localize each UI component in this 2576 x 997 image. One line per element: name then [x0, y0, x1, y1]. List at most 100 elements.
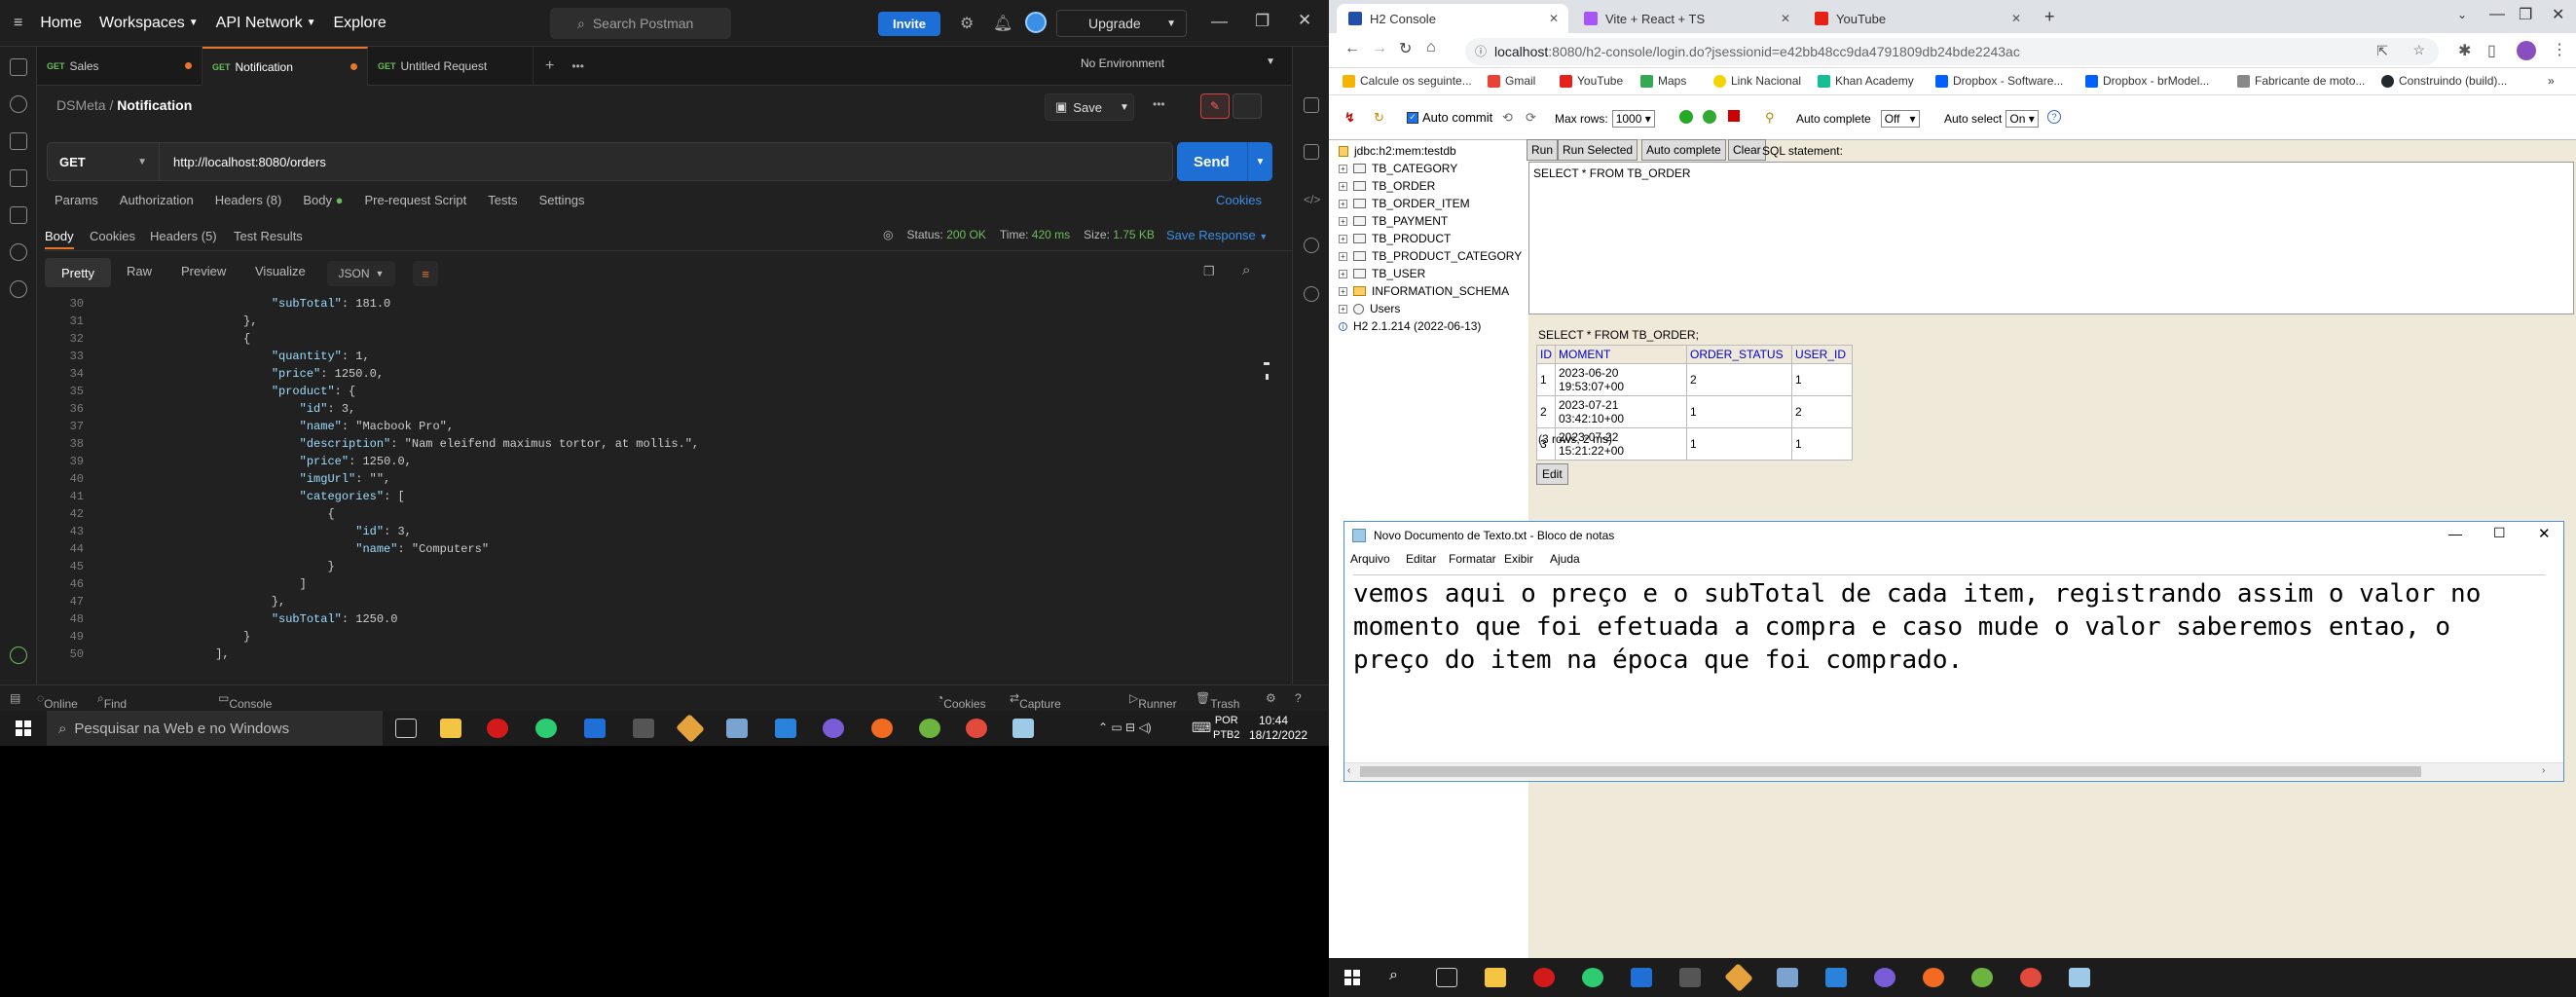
- discord-icon[interactable]: [1874, 968, 1895, 987]
- edit-icon[interactable]: ✎: [1200, 93, 1230, 119]
- scrollbar-thumb[interactable]: [1360, 766, 2421, 777]
- comments-icon[interactable]: [1304, 144, 1319, 160]
- scroll-right-icon[interactable]: ›: [2542, 765, 2545, 776]
- format-select[interactable]: JSON ▼: [327, 261, 395, 286]
- tab-params[interactable]: Params: [55, 193, 98, 207]
- monitors-icon[interactable]: [10, 206, 27, 224]
- expand-icon[interactable]: +: [1339, 181, 1347, 191]
- language-indicator[interactable]: POR PTB2: [1213, 714, 1240, 743]
- notes-icon[interactable]: [1631, 968, 1652, 987]
- close-tab-icon[interactable]: ✕: [2011, 12, 2021, 25]
- reload-icon[interactable]: ↻: [1399, 39, 1412, 58]
- save-button[interactable]: ▣ Save ▼: [1045, 93, 1134, 121]
- tab-body[interactable]: Body ●: [303, 193, 343, 207]
- column-header[interactable]: MOMENT: [1555, 345, 1687, 364]
- opera-icon[interactable]: [487, 719, 508, 738]
- sidepanel-icon[interactable]: ▯: [2487, 41, 2496, 60]
- scroll-left-icon[interactable]: ‹: [1347, 765, 1350, 776]
- nav-workspaces[interactable]: Workspaces ▼: [99, 15, 199, 32]
- tab-youtube[interactable]: YouTube ✕: [1803, 4, 2031, 33]
- close-icon[interactable]: ✕: [1298, 11, 1311, 30]
- expand-icon[interactable]: +: [1339, 304, 1347, 314]
- auto-select-select[interactable]: On ▾: [2006, 110, 2039, 128]
- documentation-icon[interactable]: [1304, 97, 1319, 113]
- breadcrumb-parent[interactable]: DSMeta: [56, 97, 106, 113]
- view-visualize[interactable]: Visualize: [255, 264, 306, 278]
- minimize-icon[interactable]: —: [1211, 12, 1228, 31]
- chrome-icon[interactable]: [2020, 968, 2042, 987]
- tree-table[interactable]: + TB_PAYMENT: [1339, 214, 1448, 228]
- chevron-down-icon[interactable]: ⌄: [2457, 8, 2467, 21]
- bookmark-item[interactable]: Calcule os seguinte...: [1343, 74, 1472, 88]
- maximize-icon[interactable]: ❐: [1255, 12, 1270, 31]
- bookmark-item[interactable]: Dropbox - brModel...: [2085, 74, 2209, 88]
- auto-complete-button[interactable]: Auto complete: [1641, 139, 1726, 161]
- tree-table[interactable]: + TB_ORDER: [1339, 179, 1435, 193]
- stop-icon[interactable]: [1728, 110, 1740, 122]
- task-view-icon[interactable]: [395, 719, 417, 738]
- online-status[interactable]: ◌ Online: [37, 691, 78, 711]
- star-icon[interactable]: ☆: [2412, 42, 2425, 58]
- avatar[interactable]: [1025, 12, 1047, 33]
- comment-icon[interactable]: [1233, 93, 1262, 119]
- tab-h2-console[interactable]: H2 Console ✕: [1337, 4, 1568, 33]
- environments-icon[interactable]: [10, 132, 27, 150]
- nav-explore[interactable]: Explore: [334, 15, 386, 32]
- maximize-icon[interactable]: ❐: [2519, 5, 2532, 24]
- copy-icon[interactable]: ❐: [1203, 264, 1215, 279]
- windows-start-icon[interactable]: [1344, 970, 1360, 985]
- send-button[interactable]: Send ▼: [1177, 142, 1272, 181]
- tab-vite[interactable]: Vite + React + TS ✕: [1572, 4, 1800, 33]
- home-icon[interactable]: ⌂: [1426, 39, 1436, 56]
- bookmark-item[interactable]: Khan Academy: [1818, 74, 1914, 88]
- run-selected-icon[interactable]: [1703, 110, 1716, 124]
- close-tab-icon[interactable]: ✕: [1549, 12, 1559, 25]
- nav-home[interactable]: Home: [40, 15, 82, 32]
- url-input[interactable]: ⓘ localhost:8080/h2-console/login.do?jse…: [1465, 38, 2439, 65]
- help-icon[interactable]: ?: [1295, 691, 1302, 705]
- expand-icon[interactable]: +: [1339, 164, 1347, 173]
- git-icon[interactable]: [676, 714, 705, 743]
- sql-editor[interactable]: SELECT * FROM TB_ORDER: [1528, 162, 2574, 314]
- tab-test-results[interactable]: Test Results: [234, 229, 303, 243]
- tree-table[interactable]: + TB_PRODUCT: [1339, 232, 1451, 245]
- bookmark-item[interactable]: Construindo (build)...: [2381, 74, 2507, 88]
- whatsapp-icon[interactable]: [1582, 968, 1603, 987]
- bell-icon[interactable]: 🔔︎: [993, 14, 1012, 33]
- view-preview[interactable]: Preview: [181, 264, 226, 278]
- runner-button[interactable]: ▷ Runner: [1129, 691, 1177, 711]
- column-header[interactable]: USER_ID: [1791, 345, 1853, 364]
- terminal-icon[interactable]: [633, 719, 654, 738]
- collections-icon[interactable]: [10, 58, 27, 76]
- commit-icon[interactable]: ⟳: [1526, 110, 1536, 126]
- tree-table[interactable]: + TB_USER: [1339, 267, 1425, 280]
- code-icon[interactable]: </>: [1304, 193, 1320, 208]
- column-header[interactable]: ORDER_STATUS: [1686, 345, 1792, 364]
- cookies-button[interactable]: ◔ Cookies: [937, 691, 986, 711]
- notes-icon[interactable]: [584, 719, 606, 738]
- bookmark-item[interactable]: Dropbox - Software...: [1935, 74, 2063, 88]
- tab-pre-request-script[interactable]: Pre-request Script: [364, 193, 466, 207]
- sidebar-toggle-icon[interactable]: ▤: [10, 691, 20, 705]
- tab-sales[interactable]: GET Sales: [37, 46, 202, 86]
- disconnect-icon[interactable]: ↯: [1344, 110, 1355, 126]
- close-icon[interactable]: ✕: [2538, 525, 2551, 542]
- search-input[interactable]: ⌕ Search Postman: [550, 8, 731, 39]
- maximize-icon[interactable]: ☐: [2493, 525, 2506, 541]
- file-explorer-icon[interactable]: [1485, 968, 1506, 987]
- task-view-icon[interactable]: [1436, 968, 1457, 987]
- close-tab-icon[interactable]: ✕: [1781, 12, 1790, 25]
- tree-folder[interactable]: + INFORMATION_SCHEMA: [1339, 284, 1509, 298]
- postman-icon[interactable]: [871, 719, 893, 738]
- expand-icon[interactable]: +: [1339, 234, 1347, 243]
- notepad-titlebar[interactable]: Novo Documento de Texto.txt - Bloco de n…: [1344, 522, 2563, 549]
- tab-headers[interactable]: Headers (8): [215, 193, 282, 207]
- tree-users[interactable]: + Users: [1339, 302, 1400, 315]
- rollback-icon[interactable]: ⟲: [1502, 110, 1513, 126]
- chrome-icon[interactable]: [966, 719, 987, 738]
- network-app-icon[interactable]: [1777, 968, 1798, 987]
- url-input[interactable]: http://localhost:8080/orders: [160, 155, 326, 169]
- hamburger-menu-icon[interactable]: ≡: [14, 15, 22, 32]
- help-icon[interactable]: ?: [2047, 110, 2061, 124]
- more-icon[interactable]: •••: [1153, 97, 1165, 111]
